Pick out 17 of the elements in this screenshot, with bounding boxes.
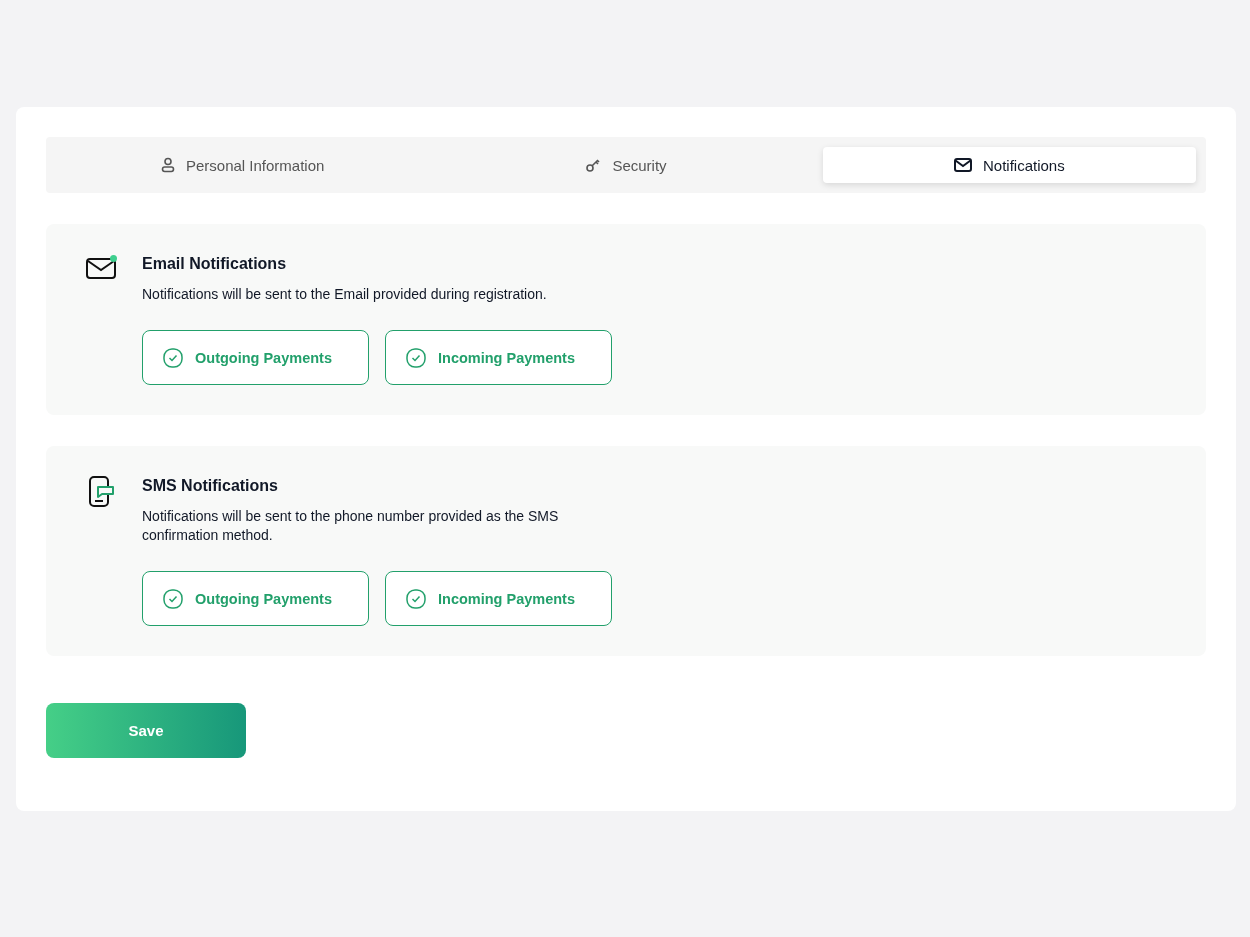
section-description: Notifications will be sent to the Email provided during registration. — [142, 285, 548, 304]
option-toggle[interactable]: Incoming Payments — [385, 330, 612, 385]
person-icon — [160, 157, 175, 173]
envelope-icon — [86, 254, 118, 280]
tab[interactable]: Notifications — [822, 147, 1196, 183]
option-toggle[interactable]: Incoming Payments — [385, 571, 612, 626]
section-title: SMS Notifications — [142, 476, 279, 496]
envelope-icon — [953, 158, 972, 172]
tab[interactable]: Personal Information — [56, 147, 430, 183]
option-toggle[interactable]: Outgoing Payments — [142, 330, 369, 385]
save-button[interactable]: Save — [46, 703, 246, 758]
phone-message-icon — [88, 476, 116, 508]
section-description: Notifications will be sent to the phone number provided as the SMS confirmation method. — [142, 507, 560, 545]
tab[interactable]: Security — [439, 147, 813, 183]
section-title: Email Notifications — [142, 254, 288, 274]
key-icon — [585, 157, 602, 173]
option-toggle[interactable]: Outgoing Payments — [142, 571, 369, 626]
